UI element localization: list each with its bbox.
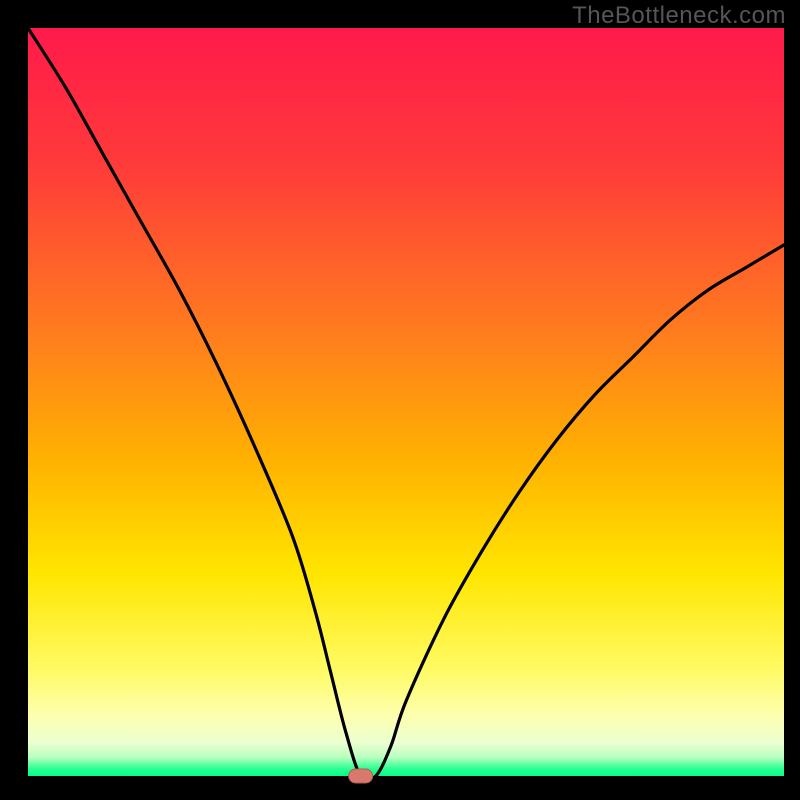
- chart-frame: { "watermark": "TheBottleneck.com", "col…: [0, 0, 800, 800]
- bottleneck-chart: [0, 0, 800, 800]
- watermark-text: TheBottleneck.com: [572, 2, 786, 30]
- plot-background: [28, 28, 784, 776]
- optimum-marker: [349, 769, 373, 783]
